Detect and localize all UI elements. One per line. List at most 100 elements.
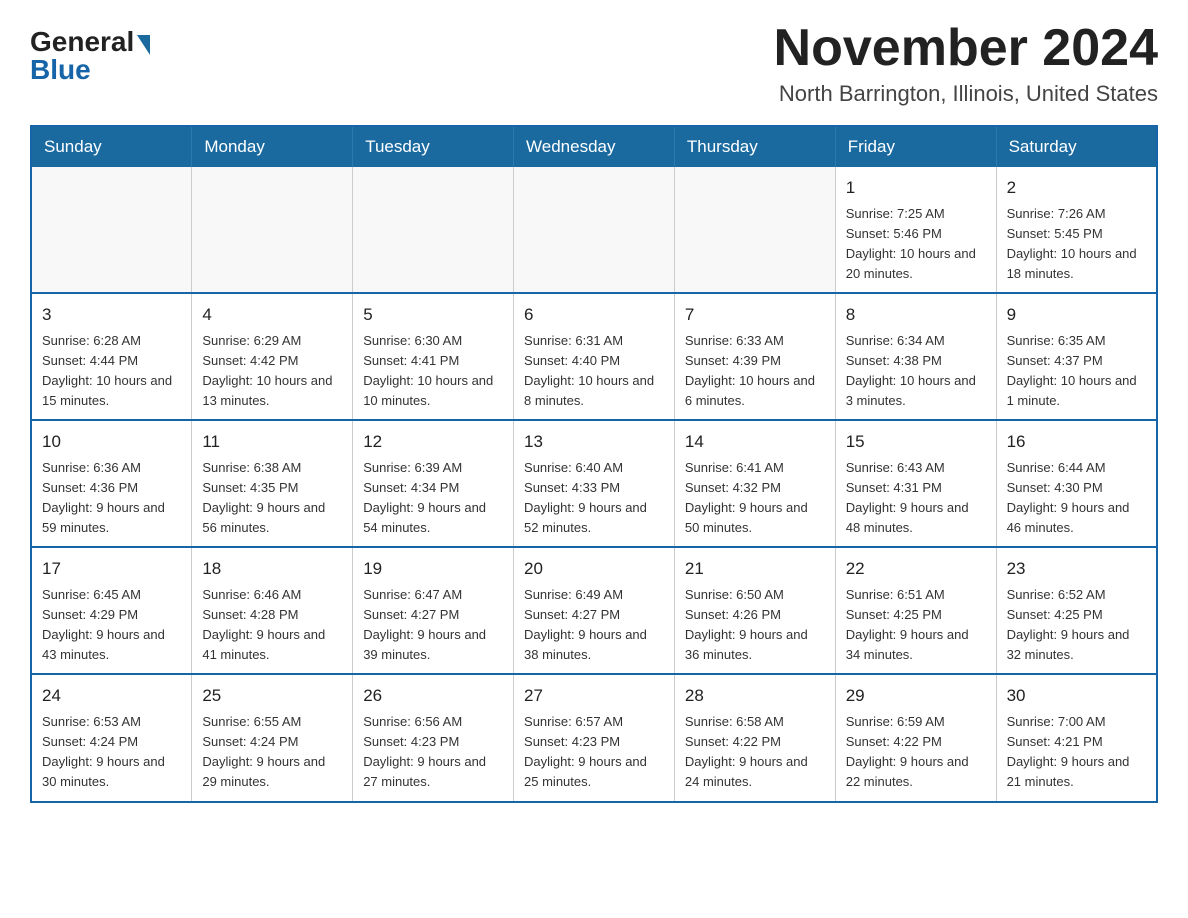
day-info: Sunrise: 6:51 AM Sunset: 4:25 PM Dayligh… [846,585,986,666]
header: General Blue November 2024 North Barring… [30,20,1158,107]
day-number: 24 [42,683,181,709]
day-number: 21 [685,556,825,582]
day-number: 7 [685,302,825,328]
logo-blue-text: Blue [30,56,91,84]
calendar-cell: 18 Sunrise: 6:46 AM Sunset: 4:28 PM Dayli… [192,547,353,674]
calendar-cell [353,167,514,293]
day-info: Sunrise: 6:57 AM Sunset: 4:23 PM Dayligh… [524,712,664,793]
day-info: Sunrise: 6:52 AM Sunset: 4:25 PM Dayligh… [1007,585,1146,666]
calendar-cell: 27Sunrise: 6:57 AM Sunset: 4:23 PM Dayli… [514,674,675,801]
logo-general-text: General [30,28,134,56]
calendar-week-row: 10Sunrise: 6:36 AM Sunset: 4:36 PM Dayli… [31,420,1157,547]
day-number: 18 [202,556,342,582]
day-number: 9 [1007,302,1146,328]
calendar-cell: 10Sunrise: 6:36 AM Sunset: 4:36 PM Dayli… [31,420,192,547]
calendar-cell: 23 Sunrise: 6:52 AM Sunset: 4:25 PM Dayli… [996,547,1157,674]
calendar-week-row: 1 Sunrise: 7:25 AM Sunset: 5:46 PM Daylig… [31,167,1157,293]
day-number: 17 [42,556,181,582]
day-number: 12 [363,429,503,455]
title-area: November 2024 North Barrington, Illinois… [774,20,1158,107]
calendar-cell [31,167,192,293]
weekday-header-saturday: Saturday [996,126,1157,167]
day-number: 2 [1007,175,1146,201]
calendar-cell: 24 Sunrise: 6:53 AM Sunset: 4:24 PM Dayli… [31,674,192,801]
weekday-header-monday: Monday [192,126,353,167]
calendar-cell: 8 Sunrise: 6:34 AM Sunset: 4:38 PM Daylig… [835,293,996,420]
day-info: Sunrise: 6:36 AM Sunset: 4:36 PM Dayligh… [42,458,181,539]
calendar-cell: 7Sunrise: 6:33 AM Sunset: 4:39 PM Daylig… [674,293,835,420]
calendar-cell [674,167,835,293]
day-info: Sunrise: 6:40 AM Sunset: 4:33 PM Dayligh… [524,458,664,539]
day-info: Sunrise: 6:53 AM Sunset: 4:24 PM Dayligh… [42,712,181,793]
day-number: 8 [846,302,986,328]
calendar-cell: 11 Sunrise: 6:38 AM Sunset: 4:35 PM Dayli… [192,420,353,547]
day-number: 4 [202,302,342,328]
day-info: Sunrise: 6:43 AM Sunset: 4:31 PM Dayligh… [846,458,986,539]
calendar-cell: 4 Sunrise: 6:29 AM Sunset: 4:42 PM Daylig… [192,293,353,420]
calendar-cell: 13 Sunrise: 6:40 AM Sunset: 4:33 PM Dayli… [514,420,675,547]
day-info: Sunrise: 6:55 AM Sunset: 4:24 PM Dayligh… [202,712,342,793]
day-info: Sunrise: 6:46 AM Sunset: 4:28 PM Dayligh… [202,585,342,666]
day-number: 30 [1007,683,1146,709]
day-number: 28 [685,683,825,709]
day-info: Sunrise: 6:44 AM Sunset: 4:30 PM Dayligh… [1007,458,1146,539]
month-year-title: November 2024 [774,20,1158,77]
calendar-cell: 1 Sunrise: 7:25 AM Sunset: 5:46 PM Daylig… [835,167,996,293]
day-number: 5 [363,302,503,328]
day-info: Sunrise: 6:39 AM Sunset: 4:34 PM Dayligh… [363,458,503,539]
day-number: 25 [202,683,342,709]
day-number: 3 [42,302,181,328]
day-info: Sunrise: 6:31 AM Sunset: 4:40 PM Dayligh… [524,331,664,412]
day-info: Sunrise: 6:35 AM Sunset: 4:37 PM Dayligh… [1007,331,1146,412]
day-info: Sunrise: 6:47 AM Sunset: 4:27 PM Dayligh… [363,585,503,666]
weekday-header-row: SundayMondayTuesdayWednesdayThursdayFrid… [31,126,1157,167]
calendar-cell [192,167,353,293]
calendar-cell: 25 Sunrise: 6:55 AM Sunset: 4:24 PM Dayli… [192,674,353,801]
day-number: 19 [363,556,503,582]
day-number: 16 [1007,429,1146,455]
day-number: 6 [524,302,664,328]
day-info: Sunrise: 6:34 AM Sunset: 4:38 PM Dayligh… [846,331,986,412]
weekday-header-wednesday: Wednesday [514,126,675,167]
calendar-cell: 16 Sunrise: 6:44 AM Sunset: 4:30 PM Dayli… [996,420,1157,547]
weekday-header-sunday: Sunday [31,126,192,167]
calendar-cell: 6 Sunrise: 6:31 AM Sunset: 4:40 PM Daylig… [514,293,675,420]
location-subtitle: North Barrington, Illinois, United State… [774,81,1158,107]
calendar-cell: 21 Sunrise: 6:50 AM Sunset: 4:26 PM Dayli… [674,547,835,674]
calendar-cell: 22 Sunrise: 6:51 AM Sunset: 4:25 PM Dayli… [835,547,996,674]
calendar-cell: 12 Sunrise: 6:39 AM Sunset: 4:34 PM Dayli… [353,420,514,547]
calendar-week-row: 3Sunrise: 6:28 AM Sunset: 4:44 PM Daylig… [31,293,1157,420]
calendar-cell: 5 Sunrise: 6:30 AM Sunset: 4:41 PM Daylig… [353,293,514,420]
calendar-cell: 14 Sunrise: 6:41 AM Sunset: 4:32 PM Dayli… [674,420,835,547]
calendar-table: SundayMondayTuesdayWednesdayThursdayFrid… [30,125,1158,802]
calendar-cell: 26Sunrise: 6:56 AM Sunset: 4:23 PM Dayli… [353,674,514,801]
day-info: Sunrise: 7:26 AM Sunset: 5:45 PM Dayligh… [1007,204,1146,285]
day-info: Sunrise: 6:50 AM Sunset: 4:26 PM Dayligh… [685,585,825,666]
day-info: Sunrise: 6:59 AM Sunset: 4:22 PM Dayligh… [846,712,986,793]
day-info: Sunrise: 6:30 AM Sunset: 4:41 PM Dayligh… [363,331,503,412]
calendar-cell: 15 Sunrise: 6:43 AM Sunset: 4:31 PM Dayli… [835,420,996,547]
calendar-cell: 17Sunrise: 6:45 AM Sunset: 4:29 PM Dayli… [31,547,192,674]
calendar-cell: 30Sunrise: 7:00 AM Sunset: 4:21 PM Dayli… [996,674,1157,801]
weekday-header-friday: Friday [835,126,996,167]
day-number: 15 [846,429,986,455]
weekday-header-tuesday: Tuesday [353,126,514,167]
calendar-week-row: 24 Sunrise: 6:53 AM Sunset: 4:24 PM Dayli… [31,674,1157,801]
day-number: 1 [846,175,986,201]
day-number: 11 [202,429,342,455]
day-info: Sunrise: 6:41 AM Sunset: 4:32 PM Dayligh… [685,458,825,539]
day-number: 23 [1007,556,1146,582]
day-info: Sunrise: 6:56 AM Sunset: 4:23 PM Dayligh… [363,712,503,793]
day-number: 14 [685,429,825,455]
calendar-cell: 3Sunrise: 6:28 AM Sunset: 4:44 PM Daylig… [31,293,192,420]
calendar-cell: 28Sunrise: 6:58 AM Sunset: 4:22 PM Dayli… [674,674,835,801]
weekday-header-thursday: Thursday [674,126,835,167]
day-number: 13 [524,429,664,455]
day-info: Sunrise: 6:29 AM Sunset: 4:42 PM Dayligh… [202,331,342,412]
day-info: Sunrise: 6:38 AM Sunset: 4:35 PM Dayligh… [202,458,342,539]
day-info: Sunrise: 7:25 AM Sunset: 5:46 PM Dayligh… [846,204,986,285]
day-number: 22 [846,556,986,582]
calendar-cell: 29Sunrise: 6:59 AM Sunset: 4:22 PM Dayli… [835,674,996,801]
day-number: 20 [524,556,664,582]
calendar-cell [514,167,675,293]
